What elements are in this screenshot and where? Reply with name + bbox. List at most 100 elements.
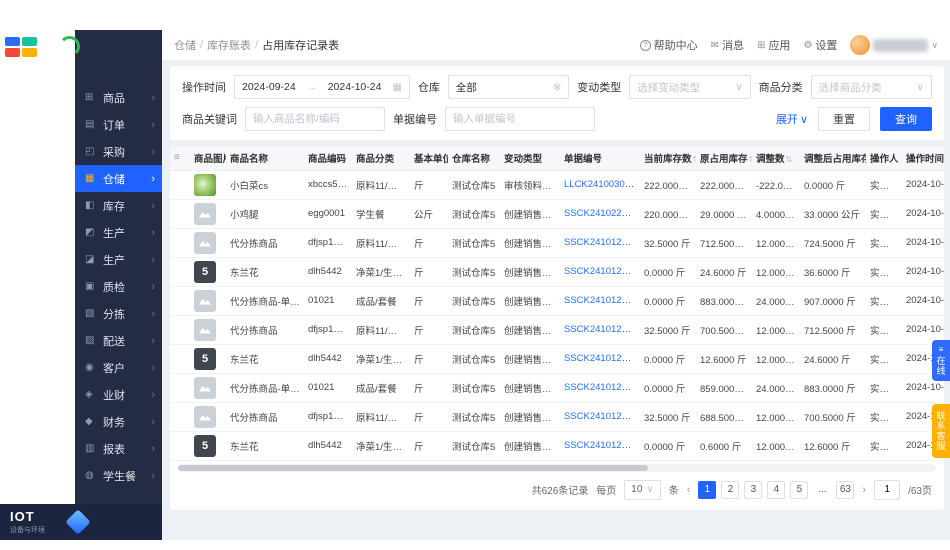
cell-category: 成品/套餐 — [352, 373, 410, 403]
chevron-right-icon: › — [151, 388, 155, 401]
chevron-down-icon: ∨ — [916, 81, 924, 93]
sidebar-item-reports[interactable]: ▥ 报表 › — [75, 435, 162, 462]
page-number[interactable]: 3 — [744, 480, 763, 499]
reset-button[interactable]: 重置 — [818, 107, 870, 131]
table-row: 代分拣商品-单位换算01021成品/套餐斤测试仓库5创建销售出库 SSCK2410… — [170, 286, 944, 316]
cell-adjust: 24.0000 斤 — [752, 286, 800, 316]
column-header: 操作人 — [866, 146, 902, 171]
sidebar-item-quality[interactable]: ▣ 质检 › — [75, 273, 162, 300]
category-select[interactable]: 选择商品分类 ∨ — [810, 75, 932, 99]
cell-unit: 斤 — [410, 286, 448, 316]
settings-button[interactable]: ⚙ 设置 — [803, 37, 837, 53]
online-service-tab[interactable]: ≡ 在线 — [932, 340, 950, 381]
cell-change_type: 创建销售出库 — [500, 431, 560, 461]
date-to-value[interactable]: 2024-10-24 — [328, 81, 382, 93]
filter-panel: 操作时间 2024-09-24 → 2024-10-24 ▦ 仓库 全部 ⊗ 变… — [170, 66, 944, 140]
cell-unit: 斤 — [410, 315, 448, 345]
keyword-input[interactable] — [245, 107, 385, 131]
page-number[interactable]: 63 — [836, 480, 855, 499]
sort-icon[interactable]: ⇅ — [786, 155, 793, 164]
column-header: 基本单位 — [410, 146, 448, 171]
expand-toggle[interactable]: 展开 ∨ — [776, 111, 808, 127]
cell-original: 712.5000 斤 — [696, 228, 752, 258]
sidebar-item-orders[interactable]: ▤ 订单 › — [75, 111, 162, 138]
product-image — [194, 231, 216, 254]
column-header: 调整数⇅ — [752, 146, 800, 171]
cell-operator: 实施02 — [866, 228, 902, 258]
sidebar-item-production[interactable]: ◩ 生产 › — [75, 219, 162, 246]
help-center-button[interactable]: ? 帮助中心 — [639, 37, 698, 53]
cell-adjust: 12.0000 斤 — [752, 228, 800, 258]
sidebar-item-bizfinance[interactable]: ◈ 业财 › — [75, 381, 162, 408]
iot-subtitle: 设备与环境 — [10, 526, 45, 534]
breadcrumb-item[interactable]: 仓储 — [174, 37, 196, 53]
cell-after: 712.5000 斤 — [800, 315, 866, 345]
page-jump-input[interactable] — [874, 479, 901, 500]
doc-number-link[interactable]: SSCK24101200002 — [564, 353, 640, 364]
pagination: 共626条记录 每页 10 ∨ 条 ‹ 12345... 63 › /63页 — [170, 472, 944, 508]
doc-number-link[interactable]: SSCK24101200003 — [564, 324, 640, 335]
doc-number-link[interactable]: SSCK24101200001 — [564, 440, 640, 451]
doc-number-link[interactable]: SSCK24101200003 — [564, 266, 640, 277]
sidebar-item-warehouse[interactable]: ▦ 仓储 › — [75, 165, 162, 192]
sidebar-item-finance[interactable]: ◆ 财务 › — [75, 408, 162, 435]
search-button[interactable]: 查询 — [880, 107, 932, 131]
doc-number-link[interactable]: LLCK24100300001 — [564, 179, 640, 190]
horizontal-scrollbar — [178, 463, 936, 472]
messages-button[interactable]: ✉ 消息 — [711, 37, 744, 53]
sidebar-item-meal[interactable]: ◍ 学生餐 › — [75, 462, 162, 489]
doc-number-link[interactable]: SSCK24101200002 — [564, 411, 640, 422]
sort-icon[interactable]: ⇅ — [749, 155, 752, 164]
apps-button[interactable]: ⊞ 应用 — [757, 37, 790, 53]
table-row: 5 东兰花dlh5442净菜1/生鲜shu菜类...斤测试仓库5创建销售出库 SSC… — [170, 257, 944, 287]
doc-number-link[interactable]: SSCK24101200003 — [564, 295, 640, 306]
date-from-value[interactable]: 2024-09-24 — [242, 81, 296, 93]
iot-badge[interactable]: IOT 设备与环境 — [0, 504, 162, 540]
doc-number-link[interactable]: SSCK24101200002 — [564, 382, 640, 393]
sidebar-item-inventory[interactable]: ◧ 库存 › — [75, 192, 162, 219]
logo-square-blue — [5, 37, 20, 46]
cell-change_type: 创建销售出库 — [500, 199, 560, 229]
reports-icon: ▥ — [85, 443, 95, 454]
warehouse-select[interactable]: 全部 ⊗ — [447, 75, 570, 99]
next-page-button[interactable]: › — [862, 484, 866, 496]
user-menu[interactable]: ∨ — [850, 35, 938, 55]
sidebar-item-production2[interactable]: ◪ 生产 › — [75, 246, 162, 273]
cell-code: 01021 — [304, 286, 352, 316]
cell-original: 859.0000 斤 — [696, 373, 752, 403]
table-row: 5 东兰花dlh5442净菜1/生鲜shu菜类...斤测试仓库5创建销售出库 SSC… — [170, 344, 944, 374]
help-icon: ? — [639, 39, 651, 51]
per-page-select[interactable]: 10 ∨ — [624, 479, 661, 500]
cell-operator: 实施02 — [866, 170, 902, 200]
column-header: 单据编号 — [560, 146, 640, 171]
breadcrumb-item[interactable]: 库存账表 — [207, 37, 251, 53]
date-range-picker[interactable]: 2024-09-24 → 2024-10-24 ▦ — [234, 75, 410, 99]
column-header: 原占用库存⇅ — [696, 146, 752, 171]
page-number[interactable]: 4 — [767, 480, 786, 499]
clear-circle-icon[interactable]: ⊗ — [553, 82, 561, 93]
sidebar-item-purchase[interactable]: ◰ 采购 › — [75, 138, 162, 165]
logo-square-red — [5, 48, 20, 57]
sidebar-item-sorting[interactable]: ▧ 分拣 › — [75, 300, 162, 327]
column-settings-icon[interactable]: ≡ — [170, 146, 190, 171]
change-type-select[interactable]: 选择变动类型 ∨ — [629, 75, 751, 99]
page-number[interactable]: 5 — [790, 480, 809, 499]
cell-original: 700.5000 斤 — [696, 315, 752, 345]
doc-number-link[interactable]: SSCK24101200004 — [564, 237, 640, 248]
sidebar-item-customers[interactable]: ◉ 客户 › — [75, 354, 162, 381]
horizontal-scrollbar-thumb[interactable] — [178, 464, 648, 471]
contact-support-tab[interactable]: 联系客服 — [932, 404, 950, 458]
sidebar-item-delivery[interactable]: ▨ 配送 › — [75, 327, 162, 354]
prev-page-button[interactable]: ‹ — [687, 484, 691, 496]
sidebar-item-goods[interactable]: ⊞ 商品 › — [75, 84, 162, 111]
purchase-icon: ◰ — [85, 146, 95, 157]
cell-code: dfjsp1607 — [304, 228, 352, 258]
doc-number-link[interactable]: SSCK24102200001 — [564, 208, 640, 219]
sort-icon[interactable]: ⇅ — [693, 155, 696, 164]
page-number[interactable]: 1 — [698, 480, 717, 499]
page-number[interactable]: 2 — [721, 480, 740, 499]
cell-operator: 实施02 — [866, 257, 902, 287]
per-page-prefix: 每页 — [596, 486, 617, 497]
doc-number-input[interactable] — [445, 107, 595, 131]
sidebar-item-label: 订单 — [103, 119, 125, 132]
